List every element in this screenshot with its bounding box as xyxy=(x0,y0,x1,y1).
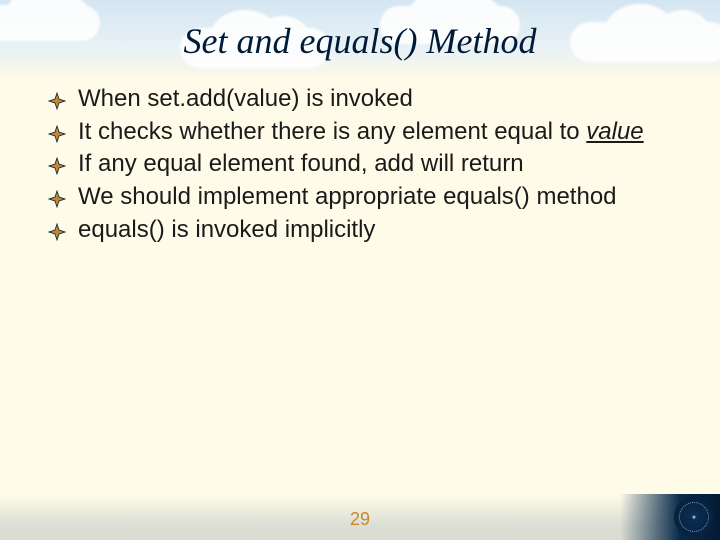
bullet-item: If any equal element found, add will ret… xyxy=(44,149,676,180)
bullet-item: equals() is invoked implicitly xyxy=(44,215,676,246)
bullet-text-underlined: value xyxy=(586,118,643,145)
slide-title: Set and equals() Method xyxy=(0,0,720,62)
bullet-text-pre: It checks whether there is any element e… xyxy=(78,118,586,145)
bullet-text: equals() is invoked implicitly xyxy=(78,216,375,243)
slide-content: When set.add(value) is invoked It checks… xyxy=(0,62,720,246)
bullet-item: We should implement appropriate equals()… xyxy=(44,182,676,213)
page-number: 29 xyxy=(0,509,720,530)
bullet-icon xyxy=(48,219,66,237)
bullet-item: It checks whether there is any element e… xyxy=(44,117,676,148)
bullet-item: When set.add(value) is invoked xyxy=(44,84,676,115)
bullet-icon xyxy=(48,153,66,171)
institution-seal-icon: ✦ xyxy=(674,497,714,537)
bullet-icon xyxy=(48,88,66,106)
bullet-text: When set.add(value) is invoked xyxy=(78,85,413,112)
bullet-text: We should implement appropriate equals()… xyxy=(78,183,617,210)
bullet-icon xyxy=(48,186,66,204)
bullet-icon xyxy=(48,121,66,139)
bullet-text: If any equal element found, add will ret… xyxy=(78,150,524,177)
